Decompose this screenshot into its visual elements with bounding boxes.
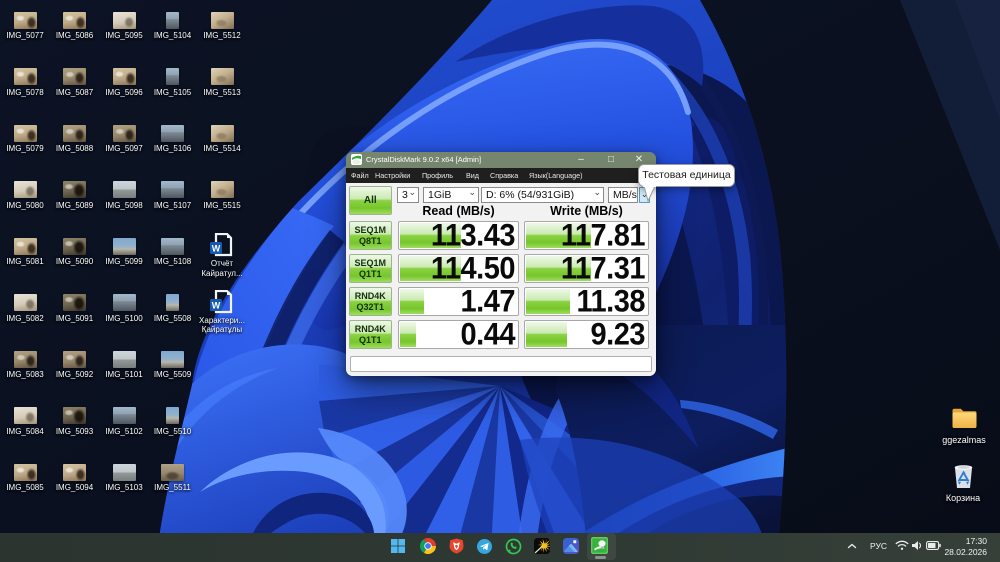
svg-text:W: W (212, 300, 221, 310)
svg-text:W: W (212, 244, 221, 254)
